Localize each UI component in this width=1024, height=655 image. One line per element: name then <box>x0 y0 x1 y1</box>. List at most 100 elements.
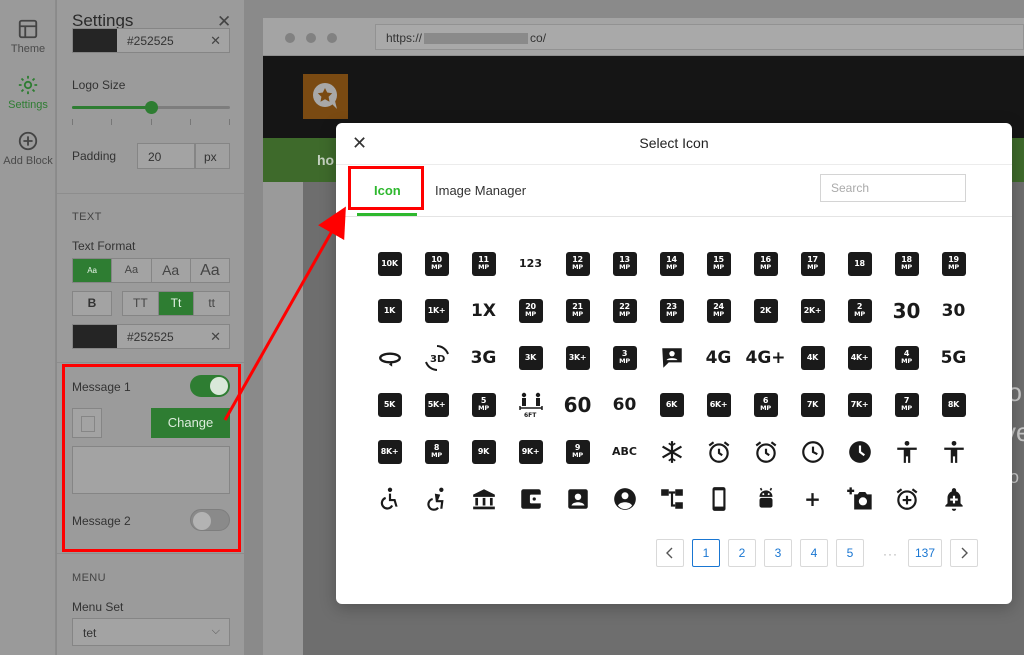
icon-option-6k-icon[interactable]: 6K <box>648 381 695 428</box>
icon-option-4-icon[interactable]: 4 MP <box>883 334 930 381</box>
icon-option-14-icon[interactable]: 14 MP <box>648 240 695 287</box>
icon-option-3k-icon[interactable]: 3K <box>507 334 554 381</box>
icon-option-5k-icon[interactable]: 5K <box>366 381 413 428</box>
icon-option-4g--icon[interactable]: 4G+ <box>742 334 789 381</box>
case-upper[interactable]: TT <box>123 292 159 315</box>
icon-option-6k--icon[interactable]: 6K+ <box>695 381 742 428</box>
padding-input[interactable]: 20 <box>137 143 195 169</box>
icon-option-alarm-icon[interactable] <box>695 428 742 475</box>
font-size-l[interactable]: Aa <box>190 259 229 282</box>
icon-option-phone-icon[interactable] <box>695 475 742 522</box>
icon-option-5k--icon[interactable]: 5K+ <box>413 381 460 428</box>
icon-option-30-icon[interactable]: 30 <box>883 287 930 334</box>
page-button[interactable]: 2 <box>728 539 756 567</box>
icon-option-add-alarm-icon[interactable] <box>883 475 930 522</box>
icon-option-30-icon[interactable]: 30 <box>930 287 977 334</box>
icon-option-account-circle-icon[interactable] <box>601 475 648 522</box>
text-color-field[interactable]: #252525 ✕ <box>72 324 230 349</box>
rail-item-settings[interactable]: Settings <box>0 74 56 111</box>
icon-option-9-icon[interactable]: 9 MP <box>554 428 601 475</box>
icon-option-abc-icon[interactable]: ABC <box>601 428 648 475</box>
icon-option-13-icon[interactable]: 13 MP <box>601 240 648 287</box>
icon-option-clock-filled-icon[interactable] <box>836 428 883 475</box>
icon-option-9k-icon[interactable]: 9K <box>460 428 507 475</box>
icon-option-1x-icon[interactable]: 1X <box>460 287 507 334</box>
slider-handle[interactable] <box>145 101 158 114</box>
icon-option-3g-icon[interactable]: 3G <box>460 334 507 381</box>
icon-option-wallet-icon[interactable] <box>507 475 554 522</box>
clear-icon[interactable]: ✕ <box>210 329 221 345</box>
icon-option-18-icon[interactable]: 18 MP <box>883 240 930 287</box>
page-button[interactable]: 4 <box>800 539 828 567</box>
icon-option-clock-icon[interactable] <box>789 428 836 475</box>
tab-image-manager[interactable]: Image Manager <box>435 183 526 198</box>
icon-option-tree-icon[interactable] <box>648 475 695 522</box>
icon-option-accessibility-icon[interactable] <box>930 428 977 475</box>
logo-size-slider[interactable] <box>72 101 230 114</box>
case-title[interactable]: Tt <box>158 292 195 315</box>
icon-option-7-icon[interactable]: 7 MP <box>883 381 930 428</box>
icon-option-accessibility-icon[interactable] <box>883 428 930 475</box>
page-button[interactable]: 137 <box>908 539 942 567</box>
case-lower[interactable]: tt <box>194 292 230 315</box>
icon-option-alarm-icon[interactable] <box>742 428 789 475</box>
icon-option-3-icon[interactable]: 3 MP <box>601 334 648 381</box>
icon-option-10-icon[interactable]: 10 MP <box>413 240 460 287</box>
logo-color-field[interactable]: #252525 ✕ <box>72 28 230 53</box>
icon-option-3k--icon[interactable]: 3K+ <box>554 334 601 381</box>
icon-option-android-icon[interactable] <box>742 475 789 522</box>
next-page-button[interactable] <box>950 539 978 567</box>
icon-option-4g-icon[interactable]: 4G <box>695 334 742 381</box>
icon-option-portrait-icon[interactable] <box>554 475 601 522</box>
icon-option-1k-icon[interactable]: 1K <box>366 287 413 334</box>
icon-option-10k-icon[interactable]: 10K <box>366 240 413 287</box>
page-ellipsis[interactable]: ··· <box>883 547 898 561</box>
icon-option-123-icon[interactable]: 123 <box>507 240 554 287</box>
page-button[interactable]: 3 <box>764 539 792 567</box>
icon-option-4k-icon[interactable]: 4K <box>789 334 836 381</box>
icon-option-2k--icon[interactable]: 2K+ <box>789 287 836 334</box>
icon-option-15-icon[interactable]: 15 MP <box>695 240 742 287</box>
icon-option-wheelchair-icon[interactable] <box>366 475 413 522</box>
icon-option-8-icon[interactable]: 8 MP <box>413 428 460 475</box>
search-input[interactable] <box>820 174 966 202</box>
icon-option-22-icon[interactable]: 22 MP <box>601 287 648 334</box>
icon-option-add-camera-icon[interactable] <box>836 475 883 522</box>
font-size-s[interactable]: Aa <box>112 259 152 282</box>
font-size-m[interactable]: Aa <box>151 259 191 282</box>
page-button[interactable]: 5 <box>836 539 864 567</box>
icon-option-8k--icon[interactable]: 8K+ <box>366 428 413 475</box>
rail-item-theme[interactable]: Theme <box>0 18 56 55</box>
color-swatch[interactable] <box>73 325 117 348</box>
icon-option-bank-icon[interactable] <box>460 475 507 522</box>
icon-option-add-alert-icon[interactable] <box>930 475 977 522</box>
icon-option-60-icon[interactable]: 60 <box>601 381 648 428</box>
icon-option-18-icon[interactable]: 18 <box>836 240 883 287</box>
icon-option-8k-icon[interactable]: 8K <box>930 381 977 428</box>
icon-option-9k--icon[interactable]: 9K+ <box>507 428 554 475</box>
icon-option-24-icon[interactable]: 24 MP <box>695 287 742 334</box>
icon-option-21-icon[interactable]: 21 MP <box>554 287 601 334</box>
page-button[interactable]: 1 <box>692 539 720 567</box>
icon-option-60-icon[interactable]: 60 <box>554 381 601 428</box>
icon-option---icon[interactable]: + <box>789 475 836 522</box>
icon-option-360-icon[interactable] <box>366 334 413 381</box>
icon-option-20-icon[interactable]: 20 MP <box>507 287 554 334</box>
icon-option-wheelchair-move-icon[interactable] <box>413 475 460 522</box>
bold-button[interactable]: B <box>72 291 112 316</box>
padding-unit[interactable]: px <box>195 143 230 169</box>
clear-icon[interactable]: ✕ <box>210 33 221 49</box>
icon-option-16-icon[interactable]: 16 MP <box>742 240 789 287</box>
icon-option-6-icon[interactable]: 6 MP <box>742 381 789 428</box>
icon-option-6ft-icon[interactable]: 6FT <box>507 381 554 428</box>
icon-option-3d-icon[interactable]: 3D <box>413 334 460 381</box>
icon-option-19-icon[interactable]: 19 MP <box>930 240 977 287</box>
icon-option-snowflake-icon[interactable] <box>648 428 695 475</box>
icon-option-11-icon[interactable]: 11 MP <box>460 240 507 287</box>
icon-option-4k--icon[interactable]: 4K+ <box>836 334 883 381</box>
icon-option-23-icon[interactable]: 23 MP <box>648 287 695 334</box>
icon-option-12-icon[interactable]: 12 MP <box>554 240 601 287</box>
icon-option-5-icon[interactable]: 5 MP <box>460 381 507 428</box>
icon-option-17-icon[interactable]: 17 MP <box>789 240 836 287</box>
icon-option-account-box-icon[interactable] <box>648 334 695 381</box>
